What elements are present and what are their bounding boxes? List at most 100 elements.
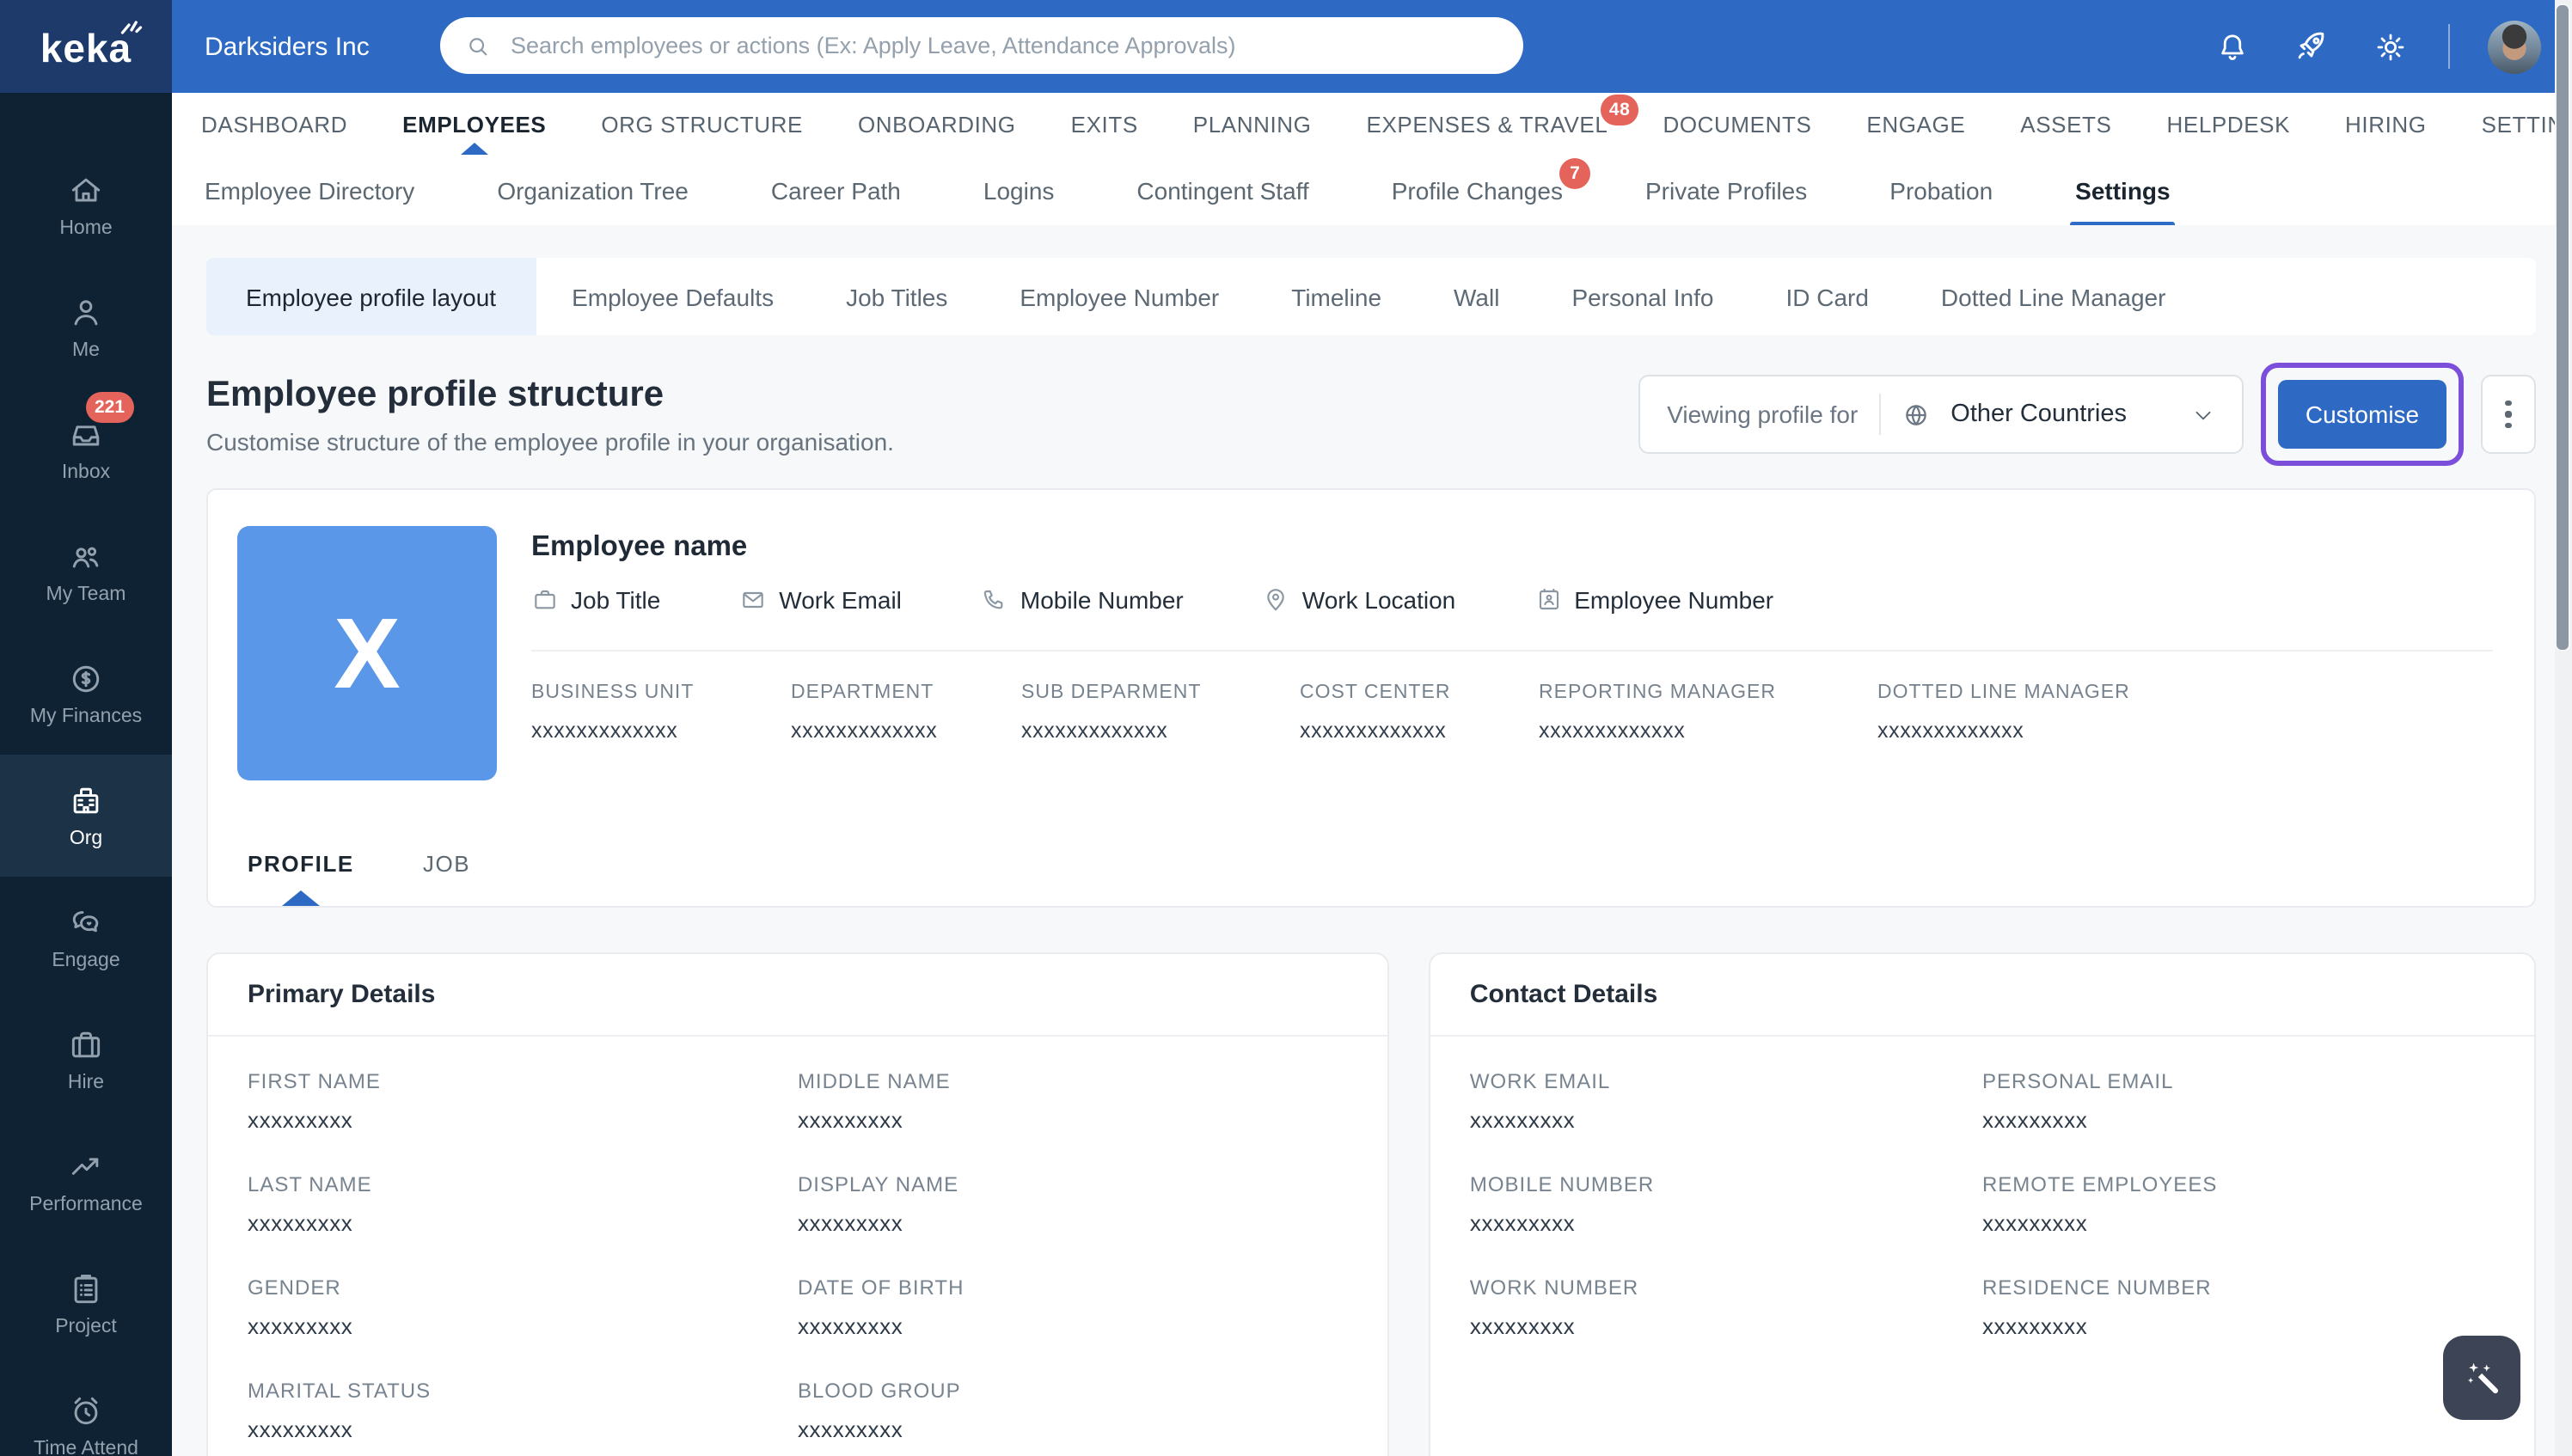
company-name: Darksiders Inc: [205, 32, 370, 61]
settings-button[interactable]: [2369, 26, 2410, 67]
field-blood-group: BLOOD GROUP xxxxxxxxx: [797, 1379, 961, 1442]
employee-org-fields: BUSINESS UNIT xxxxxxxxxxxxx DEPARTMENT x…: [531, 682, 2130, 743]
subnav-logins[interactable]: Logins: [983, 155, 1055, 225]
sidebar-item-home[interactable]: Home: [0, 144, 172, 266]
subnav-career-path[interactable]: Career Path: [771, 155, 901, 225]
nav-exits[interactable]: EXITS: [1071, 93, 1138, 155]
field-mobile-number: MOBILE NUMBER xxxxxxxxx: [1469, 1172, 1655, 1236]
inbox-count-badge: 221: [86, 392, 134, 423]
tab-employee-number[interactable]: Employee Number: [983, 258, 1255, 335]
viewing-profile-value: Other Countries: [1950, 401, 2127, 428]
viewing-profile-label: Viewing profile for: [1667, 401, 1859, 428]
topbar-actions: [2211, 0, 2541, 93]
quick-field-work-email: Work Email: [739, 586, 902, 614]
contact-details-title: Contact Details: [1430, 954, 2534, 1037]
globe-icon: [1905, 404, 1926, 425]
sidebar-item-inbox[interactable]: 221 Inbox: [0, 388, 172, 511]
field-remote-employees: REMOTE EMPLOYEES xxxxxxxxx: [1981, 1172, 2218, 1236]
tab-profile[interactable]: PROFILE: [248, 851, 354, 877]
page-controls: Viewing profile for Other Countries Cust…: [1638, 363, 2536, 466]
tab-timeline[interactable]: Timeline: [1255, 258, 1418, 335]
tab-personal-info[interactable]: Personal Info: [1535, 258, 1749, 335]
settings-tab-strip: Employee profile layout Employee Default…: [206, 258, 2536, 335]
nav-org-structure[interactable]: ORG STRUCTURE: [601, 93, 803, 155]
nav-engage[interactable]: ENGAGE: [1866, 93, 1965, 155]
sidebar-item-engage[interactable]: Engage: [0, 877, 172, 999]
subnav-private-profiles[interactable]: Private Profiles: [1645, 155, 1807, 225]
global-search[interactable]: [440, 17, 1523, 74]
customise-button[interactable]: Customise: [2278, 380, 2446, 449]
tab-id-card[interactable]: ID Card: [1749, 258, 1904, 335]
sidebar-item-project[interactable]: Project: [0, 1243, 172, 1365]
content-area: Employee profile layout Employee Default…: [172, 225, 2572, 1456]
nav-assets[interactable]: ASSETS: [2020, 93, 2111, 155]
search-input[interactable]: [507, 31, 1499, 60]
clipboard-icon: [74, 1274, 98, 1304]
tab-employee-defaults[interactable]: Employee Defaults: [536, 258, 810, 335]
subnav-employee-directory[interactable]: Employee Directory: [205, 155, 414, 225]
logo-spark-icon: [120, 21, 143, 34]
employee-card-divider: [531, 650, 2493, 652]
chat-heart-icon: [72, 911, 99, 933]
org-field-cost-center: COST CENTER xxxxxxxxxxxxx: [1300, 682, 1451, 743]
sidebar-item-my-finances[interactable]: My Finances: [0, 633, 172, 755]
sidebar-item-my-team[interactable]: My Team: [0, 511, 172, 633]
sidebar: Home Me 221 Inbox My Team My Finances Or…: [0, 93, 172, 1456]
id-card-icon: [1539, 588, 1559, 610]
nav-documents[interactable]: DOCUMENTS: [1663, 93, 1811, 155]
sidebar-item-me[interactable]: Me: [0, 266, 172, 388]
viewing-profile-dropdown[interactable]: Viewing profile for Other Countries: [1638, 375, 2244, 454]
sub-nav: Employee Directory Organization Tree Car…: [172, 155, 2572, 227]
nav-onboarding[interactable]: ONBOARDING: [858, 93, 1016, 155]
tab-job[interactable]: JOB: [423, 851, 470, 877]
scrollbar-thumb[interactable]: [2554, 3, 2570, 652]
tab-dotted-line-manager[interactable]: Dotted Line Manager: [1905, 258, 2202, 335]
subnav-probation[interactable]: Probation: [1889, 155, 1993, 225]
more-options-button[interactable]: [2481, 375, 2536, 454]
nav-employees[interactable]: EMPLOYEES: [402, 93, 546, 155]
subnav-organization-tree[interactable]: Organization Tree: [497, 155, 689, 225]
user-avatar[interactable]: [2488, 20, 2541, 73]
org-field-sub-department: SUB DEPARMENT xxxxxxxxxxxxx: [1021, 682, 1202, 743]
employee-avatar-placeholder: X: [237, 526, 497, 780]
tab-wall[interactable]: Wall: [1418, 258, 1535, 335]
nav-hiring[interactable]: HIRING: [2345, 93, 2427, 155]
tab-job-titles[interactable]: Job Titles: [810, 258, 983, 335]
sidebar-item-hire[interactable]: Hire: [0, 999, 172, 1121]
subnav-settings[interactable]: Settings: [2070, 155, 2177, 227]
notifications-button[interactable]: [2211, 26, 2252, 67]
sidebar-item-performance[interactable]: Performance: [0, 1121, 172, 1243]
primary-details-card: Primary Details FIRST NAME xxxxxxxxx MID…: [206, 952, 1389, 1456]
nav-dashboard[interactable]: DASHBOARD: [201, 93, 347, 155]
tab-employee-profile-layout[interactable]: Employee profile layout: [206, 258, 536, 335]
field-work-email: WORK EMAIL xxxxxxxxx: [1469, 1069, 1611, 1133]
job-title-briefcase-icon: [535, 590, 555, 609]
field-marital-status: MARITAL STATUS xxxxxxxxx: [248, 1379, 432, 1442]
org-field-business-unit: BUSINESS UNIT xxxxxxxxxxxxx: [531, 682, 695, 743]
nav-helpdesk[interactable]: HELPDESK: [2167, 93, 2291, 155]
top-bar: keka Darksiders Inc: [0, 0, 2572, 93]
quick-field-job-title: Job Title: [531, 586, 660, 614]
quick-field-mobile-number: Mobile Number: [981, 586, 1184, 614]
person-icon: [74, 300, 98, 326]
sidebar-item-org[interactable]: Org: [0, 755, 172, 877]
org-field-reporting-manager: REPORTING MANAGER xxxxxxxxxxxxx: [1539, 682, 1776, 743]
keka-logo[interactable]: keka: [0, 0, 172, 93]
nav-planning[interactable]: PLANNING: [1193, 93, 1312, 155]
field-work-number: WORK NUMBER xxxxxxxxx: [1469, 1276, 1639, 1339]
expenses-count-badge: 48: [1600, 95, 1639, 125]
subnav-contingent-staff[interactable]: Contingent Staff: [1136, 155, 1308, 225]
envelope-icon: [743, 591, 764, 609]
page-subtitle: Customise structure of the employee prof…: [206, 427, 894, 455]
customise-highlight-box: Customise: [2261, 363, 2464, 466]
nav-expenses-travel[interactable]: EXPENSES & TRAVEL 48: [1367, 93, 1639, 155]
sidebar-item-time-attend[interactable]: Time Attend: [0, 1365, 172, 1456]
page-title: Employee profile structure: [206, 374, 664, 413]
keka-app: keka Darksiders Inc Home: [0, 0, 2572, 1456]
dollar-circle-icon: [72, 665, 100, 693]
page-scrollbar: [2554, 0, 2572, 1456]
whats-new-button[interactable]: [2290, 26, 2331, 67]
subnav-profile-changes[interactable]: Profile Changes 7: [1392, 155, 1590, 225]
org-field-dotted-line-manager: DOTTED LINE MANAGER xxxxxxxxxxxxx: [1877, 682, 2130, 743]
ai-assistant-fab[interactable]: [2443, 1336, 2520, 1420]
